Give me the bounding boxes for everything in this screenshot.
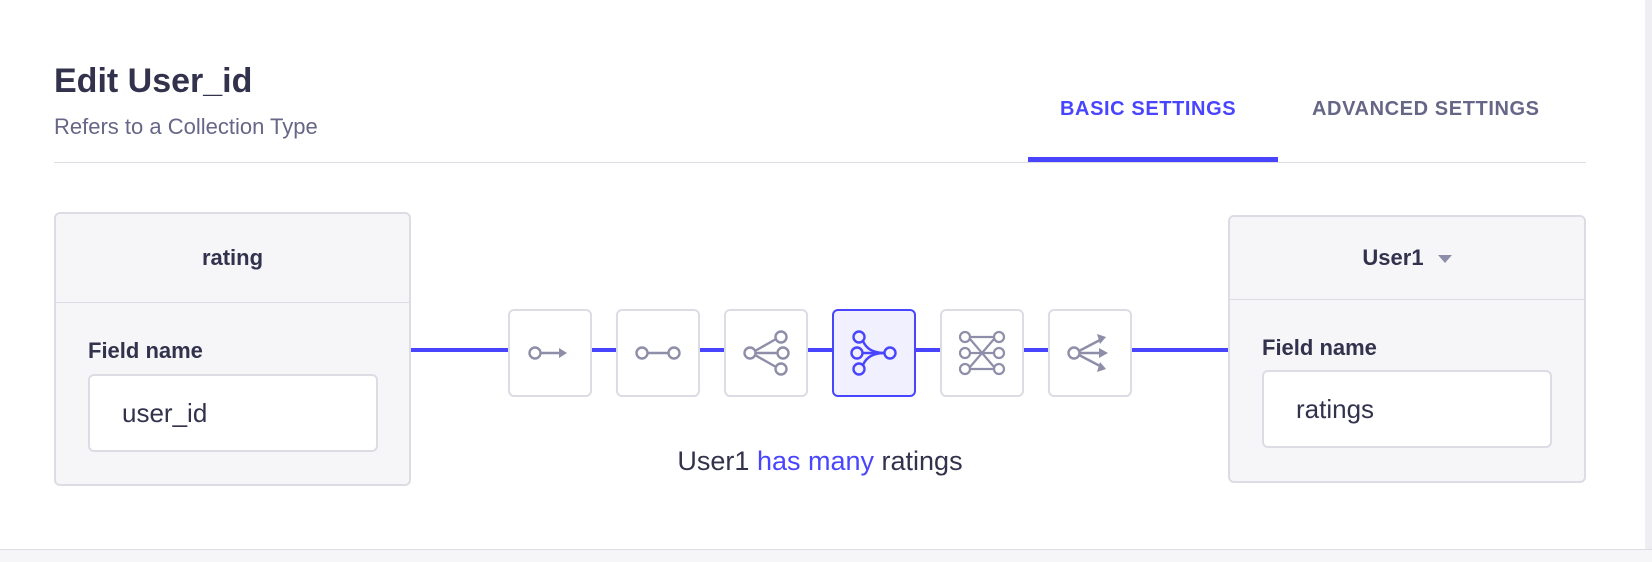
one-to-one-icon [635, 346, 681, 360]
target-content-type-card: User1 Field name ratings [1228, 215, 1586, 483]
many-way-icon [1067, 334, 1108, 372]
one-way-icon [528, 346, 567, 360]
source-field-name-input[interactable]: user_id [88, 374, 378, 452]
target-field-name-input[interactable]: ratings [1262, 370, 1552, 448]
tabs-divider [54, 162, 1586, 163]
relation-description: User1 has many ratings [620, 446, 1020, 477]
source-content-type-card: rating Field name user_id [54, 212, 411, 486]
target-content-type-name: User1 [1362, 245, 1424, 270]
source-field-name-label: Field name [88, 338, 203, 363]
scrollbar-track [1645, 0, 1652, 562]
target-field-name-label: Field name [1262, 335, 1377, 360]
modal-footer-edge [0, 549, 1652, 562]
relation-one-way-button[interactable] [508, 309, 592, 397]
relation-many-to-many-button[interactable] [940, 309, 1024, 397]
many-to-one-icon [850, 330, 897, 376]
active-tab-indicator [1028, 157, 1278, 162]
relation-one-to-one-button[interactable] [616, 309, 700, 397]
relation-many-to-one-button[interactable] [832, 309, 916, 397]
tab-basic-settings[interactable]: BASIC SETTINGS [1060, 98, 1236, 121]
caret-down-icon [1437, 255, 1452, 263]
one-to-many-icon [743, 330, 790, 376]
page-title: Edit User_id [54, 62, 253, 100]
page-subtitle: Refers to a Collection Type [54, 114, 318, 139]
target-content-type-select[interactable]: User1 [1230, 217, 1584, 300]
relation-one-to-many-button[interactable] [724, 309, 808, 397]
relation-many-way-button[interactable] [1048, 309, 1132, 397]
tab-advanced-settings[interactable]: ADVANCED SETTINGS [1312, 98, 1540, 121]
relation-subject: User1 [677, 446, 750, 476]
relation-type-text: has many [756, 446, 875, 476]
many-to-many-icon [958, 330, 1006, 376]
relation-object: ratings [881, 446, 963, 476]
source-content-type-name: rating [56, 214, 409, 303]
